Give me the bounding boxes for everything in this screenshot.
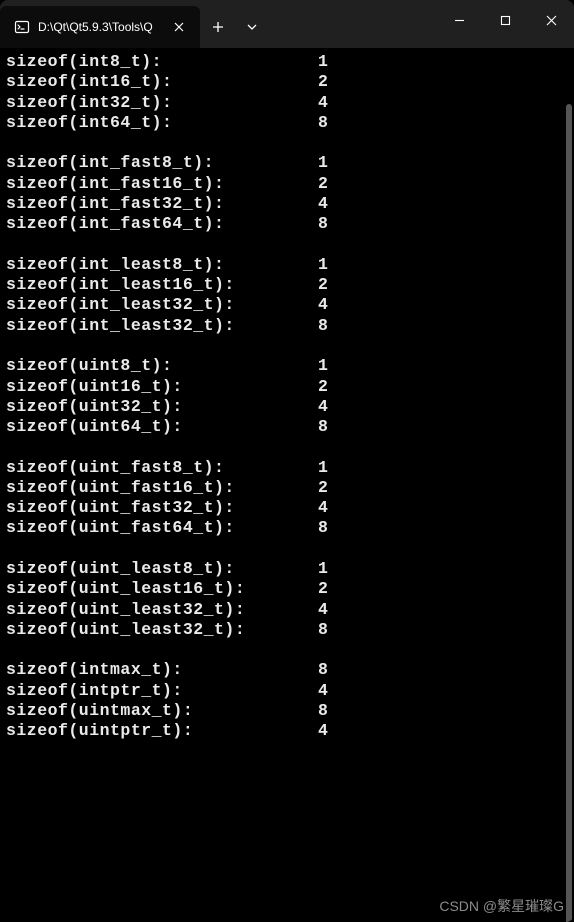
titlebar[interactable]: D:\Qt\Qt5.9.3\Tools\Q xyxy=(0,0,574,48)
tab-dropdown-button[interactable] xyxy=(236,6,268,48)
watermark: CSDN @繁星璀璨G xyxy=(439,896,564,916)
new-tab-button[interactable] xyxy=(200,6,236,48)
close-button[interactable] xyxy=(528,0,574,40)
tab-close-button[interactable] xyxy=(170,18,188,36)
scrollbar-thumb[interactable] xyxy=(566,104,572,922)
window-controls xyxy=(436,0,574,48)
terminal-content[interactable]: sizeof(int8_t): 1 sizeof(int16_t): 2 siz… xyxy=(0,48,574,922)
terminal-icon xyxy=(14,19,30,35)
tab-title: D:\Qt\Qt5.9.3\Tools\Q xyxy=(38,20,162,34)
titlebar-drag-area[interactable] xyxy=(268,0,436,48)
terminal-output: sizeof(int8_t): 1 sizeof(int16_t): 2 siz… xyxy=(6,52,568,742)
maximize-button[interactable] xyxy=(482,0,528,40)
minimize-button[interactable] xyxy=(436,0,482,40)
active-tab[interactable]: D:\Qt\Qt5.9.3\Tools\Q xyxy=(0,6,200,48)
terminal-window: D:\Qt\Qt5.9.3\Tools\Q sizeof(int8_t): xyxy=(0,0,574,922)
